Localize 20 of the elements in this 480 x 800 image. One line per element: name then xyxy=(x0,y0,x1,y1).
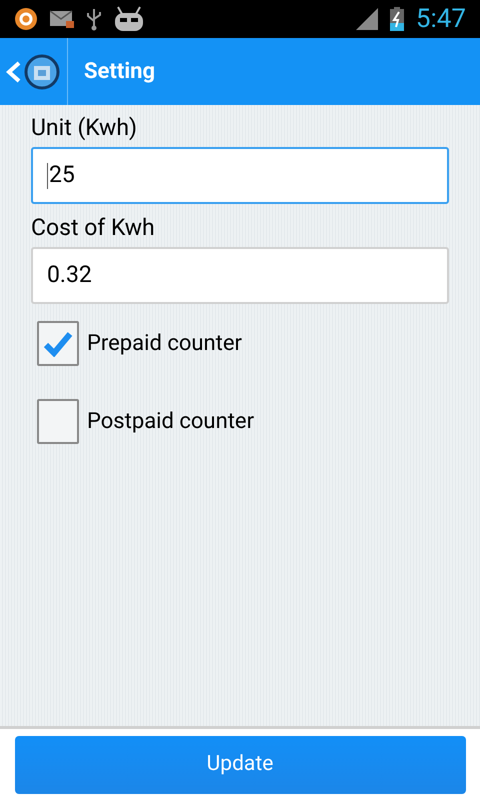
robot-face-icon xyxy=(114,6,144,32)
checkbox[interactable] xyxy=(37,321,79,366)
screen-title: Setting xyxy=(84,58,156,86)
input-field[interactable]: 25 xyxy=(31,147,449,204)
field-label: Cost of Kwh xyxy=(31,213,156,243)
mail-icon xyxy=(50,10,74,28)
battery-icon xyxy=(390,7,404,31)
app-logo-icon xyxy=(24,54,60,90)
checkbox-option[interactable]: Prepaid counter xyxy=(37,321,449,366)
checkmark-icon xyxy=(43,330,73,356)
update-button[interactable]: Update xyxy=(14,736,466,794)
input-field[interactable]: 0.32 xyxy=(31,247,449,304)
clock: 5:47 xyxy=(416,6,466,32)
signal-icon xyxy=(356,8,378,30)
circle-app-icon xyxy=(14,7,38,31)
back-chevron-icon xyxy=(4,60,22,84)
checkbox-option[interactable]: Postpaid counter xyxy=(37,399,449,444)
usb-icon xyxy=(86,7,102,31)
checkbox[interactable] xyxy=(37,399,79,444)
field-label: Unit (Kwh) xyxy=(31,113,138,143)
